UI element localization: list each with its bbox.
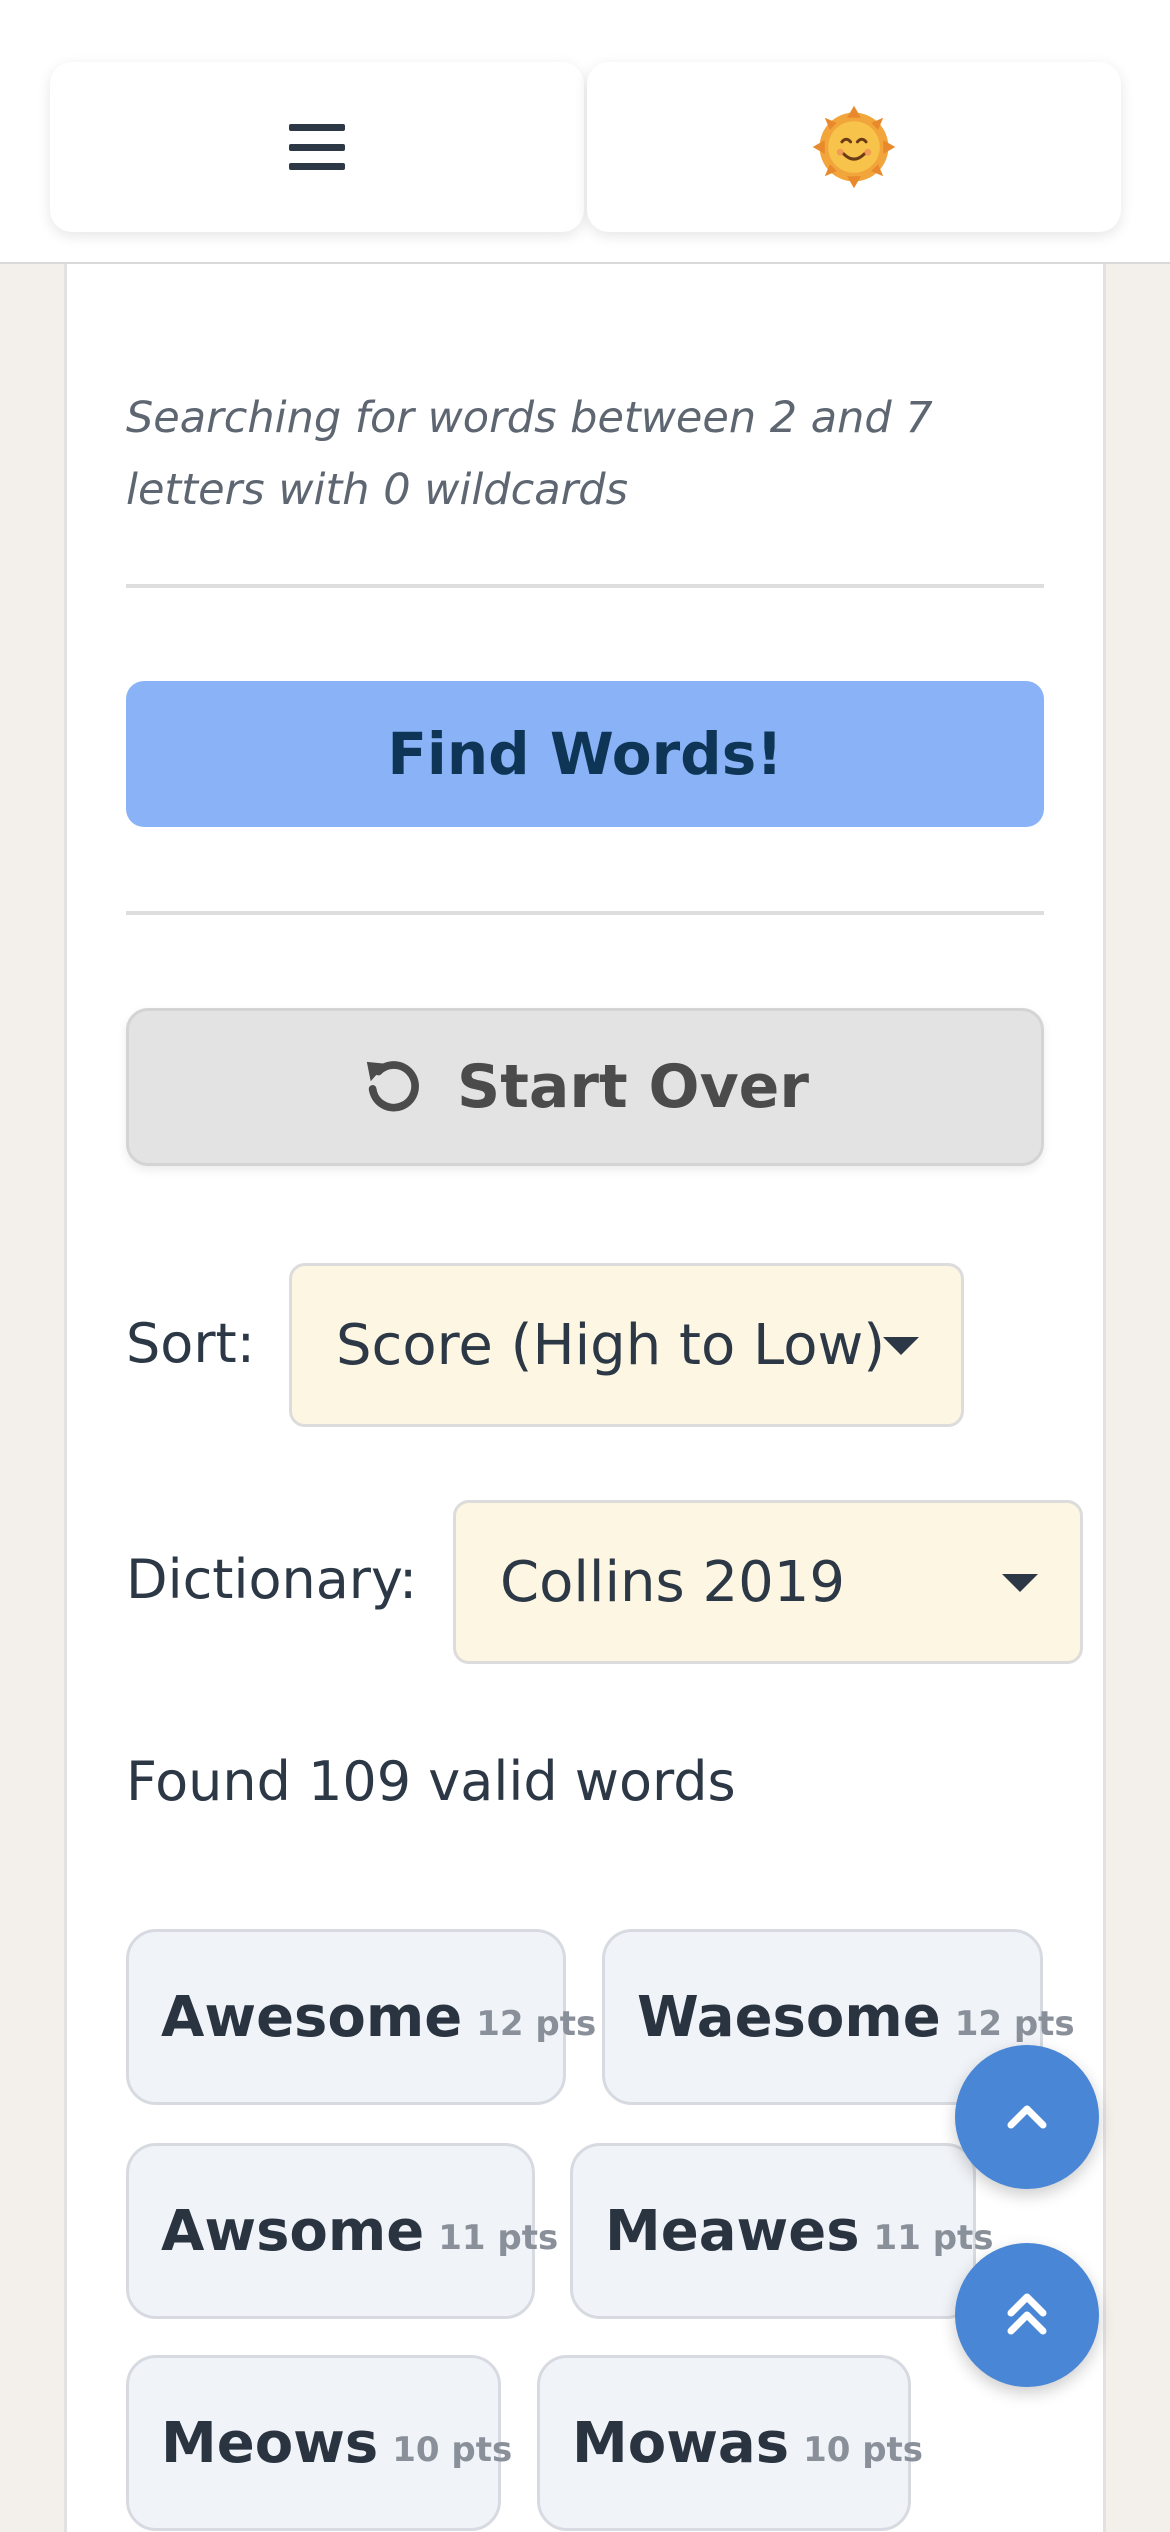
sort-selected-value: Score (High to Low) xyxy=(336,1312,886,1378)
scroll-up-button[interactable] xyxy=(955,2045,1099,2189)
divider xyxy=(126,911,1044,915)
word-points: 12 pts xyxy=(476,2004,597,2044)
word-chip[interactable]: Mowas 10 pts xyxy=(537,2355,923,2531)
word-text: Awesome xyxy=(161,1984,463,2050)
caret-down-icon xyxy=(883,1337,919,1355)
word-text: Meawes xyxy=(605,2198,860,2264)
word-points: 11 pts xyxy=(438,2218,559,2258)
word-points: 10 pts xyxy=(392,2430,513,2470)
dictionary-label: Dictionary: xyxy=(126,1548,418,1611)
divider xyxy=(126,584,1044,588)
sort-select[interactable]: Score (High to Low) xyxy=(289,1263,964,1427)
find-words-label: Find Words! xyxy=(387,720,783,788)
word-text: Meows xyxy=(161,2410,379,2476)
word-chip[interactable]: Awsome 11 pts xyxy=(126,2143,558,2319)
start-over-button[interactable]: Start Over xyxy=(126,1008,1044,1166)
word-chip[interactable]: Meawes 11 pts xyxy=(570,2143,994,2319)
results-count: Found 109 valid words xyxy=(126,1750,736,1813)
start-over-label: Start Over xyxy=(457,1052,809,1122)
double-chevron-up-icon xyxy=(1007,2293,1047,2335)
word-chip[interactable]: Awesome 12 pts xyxy=(126,1929,596,2105)
find-words-button[interactable]: Find Words! xyxy=(126,681,1044,827)
word-text: Waesome xyxy=(637,1984,941,2050)
word-chip[interactable]: Meows 10 pts xyxy=(126,2355,512,2531)
word-points: 11 pts xyxy=(873,2218,994,2258)
caret-down-icon xyxy=(1002,1574,1038,1592)
sort-label: Sort: xyxy=(126,1312,255,1375)
top-bar xyxy=(0,0,1170,264)
word-points: 12 pts xyxy=(954,2004,1075,2044)
smiling-sun-icon xyxy=(812,105,896,189)
chevron-up-icon xyxy=(1007,2105,1047,2129)
menu-button[interactable] xyxy=(50,62,584,232)
search-summary-note: Searching for words between 2 and 7 lett… xyxy=(126,393,933,515)
word-text: Awsome xyxy=(161,2198,425,2264)
dictionary-selected-value: Collins 2019 xyxy=(500,1549,846,1615)
word-points: 10 pts xyxy=(803,2430,924,2470)
word-text: Mowas xyxy=(572,2410,790,2476)
dictionary-select[interactable]: Collins 2019 xyxy=(453,1500,1083,1664)
scroll-to-top-button[interactable] xyxy=(955,2243,1099,2387)
theme-button[interactable] xyxy=(587,62,1121,232)
hamburger-menu-icon xyxy=(289,124,345,170)
reset-icon xyxy=(366,1061,419,1112)
